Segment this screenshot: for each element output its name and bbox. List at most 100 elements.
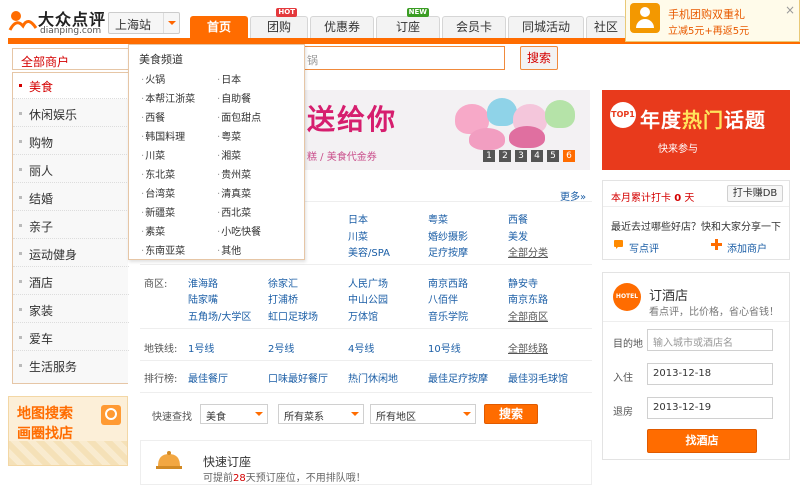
banner-page-dot[interactable]: 5 — [547, 150, 559, 162]
food-subcategory[interactable]: 素菜 — [141, 223, 165, 238]
all-categories-link[interactable]: 全部分类 — [508, 244, 548, 259]
quick-search-button[interactable]: 搜索 — [484, 404, 538, 424]
category-item-shopping[interactable]: 购物 — [13, 129, 129, 155]
category-item-kids[interactable]: 亲子 — [13, 213, 129, 239]
district-link[interactable]: 虹口足球场 — [268, 308, 318, 323]
site-logo[interactable]: 大众点评 dianping.com — [8, 4, 108, 38]
district-link[interactable]: 徐家汇 — [268, 275, 298, 290]
food-subcategory[interactable]: 小吃快餐 — [217, 223, 261, 238]
food-subcategory[interactable]: 粤菜 — [217, 128, 241, 143]
metro-link[interactable]: 2号线 — [268, 340, 294, 355]
subtype-select[interactable]: 所有菜系 — [278, 404, 364, 424]
city-selector[interactable]: 上海站 — [108, 12, 180, 34]
close-icon[interactable]: × — [785, 3, 795, 17]
district-link[interactable]: 南京东路 — [508, 291, 548, 306]
ranking-link[interactable]: 最佳足疗按摩 — [428, 370, 488, 385]
cuisine-link[interactable]: 美发 — [508, 228, 528, 243]
cuisine-select[interactable]: 美食 — [200, 404, 268, 424]
all-merchants-title[interactable]: 全部商户 — [12, 48, 128, 70]
district-link[interactable]: 南京西路 — [428, 275, 468, 290]
search-button[interactable]: 搜索 — [520, 46, 558, 70]
banner-page-dot[interactable]: 2 — [499, 150, 511, 162]
write-review-link[interactable]: 写点评 — [629, 240, 659, 255]
nav-tab-events[interactable]: 同城活动 — [508, 16, 584, 38]
cuisine-link[interactable]: 足疗按摩 — [428, 244, 468, 259]
checkin-button[interactable]: 打卡赚DB — [727, 185, 783, 202]
district-link[interactable]: 五角场/大学区 — [188, 308, 251, 323]
all-districts-link[interactable]: 全部商区 — [508, 308, 548, 323]
quick-booking-card[interactable]: 快速订座 可提前28天预订座位，不用排队哦！ — [140, 440, 592, 485]
ranking-link[interactable]: 最佳餐厅 — [188, 370, 228, 385]
hot-topics-ad[interactable]: TOP1 年度热门话题 快来参与 — [602, 90, 790, 170]
food-subcategory[interactable]: 西北菜 — [217, 204, 251, 219]
category-item-hotel[interactable]: 酒店 — [13, 269, 129, 295]
category-item-leisure[interactable]: 休闲娱乐 — [13, 101, 129, 127]
district-link[interactable]: 万体馆 — [348, 308, 378, 323]
cuisine-link[interactable]: 西餐 — [508, 211, 528, 226]
chevron-down-icon[interactable] — [163, 13, 179, 33]
food-subcategory[interactable]: 面包甜点 — [217, 109, 261, 124]
ranking-link[interactable]: 最佳羽毛球馆 — [508, 370, 568, 385]
category-item-services[interactable]: 生活服务 — [13, 353, 129, 379]
nav-tab-coupon[interactable]: 优惠券 — [310, 16, 374, 38]
food-subcategory[interactable]: 自助餐 — [217, 90, 251, 105]
banner-page-dot[interactable]: 1 — [483, 150, 495, 162]
category-item-beauty[interactable]: 丽人 — [13, 157, 129, 183]
food-subcategory[interactable]: 日本 — [217, 71, 241, 86]
metro-link[interactable]: 1号线 — [188, 340, 214, 355]
category-item-wedding[interactable]: 结婚 — [13, 185, 129, 211]
nav-tab-home[interactable]: 首页 — [190, 16, 248, 38]
checkout-date-input[interactable]: 2013-12-19 — [647, 397, 773, 419]
nav-tab-reservation[interactable]: 订座 NEW — [376, 8, 440, 38]
district-link[interactable]: 静安寺 — [508, 275, 538, 290]
cuisine-link[interactable]: 美容/SPA — [348, 244, 390, 259]
add-merchant-link[interactable]: 添加商户 — [727, 240, 767, 255]
checkin-date-input[interactable]: 2013-12-18 — [647, 363, 773, 385]
cuisine-link[interactable]: 婚纱摄影 — [428, 228, 468, 243]
category-item-car[interactable]: 爱车 — [13, 325, 129, 351]
nav-tab-community[interactable]: 社区 — [586, 16, 626, 38]
banner-page-dot[interactable]: 3 — [515, 150, 527, 162]
district-link[interactable]: 人民广场 — [348, 275, 388, 290]
destination-input[interactable]: 输入城市或酒店名 — [647, 329, 773, 351]
promo-banner[interactable]: 送给你 糕 / 美食代金券 1 2 3 4 5 6 — [305, 90, 590, 170]
food-subcategory[interactable]: 东北菜 — [141, 166, 175, 181]
food-subcategory[interactable]: 湘菜 — [217, 147, 241, 162]
metro-link[interactable]: 4号线 — [348, 340, 374, 355]
category-item-food[interactable]: 美食 — [13, 73, 129, 99]
map-search-box[interactable]: 地图搜索 画圈找店 — [8, 396, 128, 466]
food-subcategory[interactable]: 川菜 — [141, 147, 165, 162]
food-subcategory[interactable]: 本帮江浙菜 — [141, 90, 195, 105]
find-hotel-button[interactable]: 找酒店 — [647, 429, 757, 453]
district-link[interactable]: 陆家嘴 — [188, 291, 218, 306]
ranking-link[interactable]: 口味最好餐厅 — [268, 370, 328, 385]
food-subcategory[interactable]: 西餐 — [141, 109, 165, 124]
district-link[interactable]: 淮海路 — [188, 275, 218, 290]
category-item-sports[interactable]: 运动健身 — [13, 241, 129, 267]
cuisine-link[interactable]: 川菜 — [348, 228, 368, 243]
food-subcategory[interactable]: 贵州菜 — [217, 166, 251, 181]
promo-popup[interactable]: 手机团购双重礼 立减5元+再返5元 × — [625, 0, 800, 42]
area-select[interactable]: 所有地区 — [370, 404, 476, 424]
food-subcategory[interactable]: 其他 — [217, 242, 241, 257]
food-subcategory[interactable]: 新疆菜 — [141, 204, 175, 219]
banner-page-dot[interactable]: 4 — [531, 150, 543, 162]
cuisine-link[interactable]: 粤菜 — [428, 211, 448, 226]
district-link[interactable]: 八佰伴 — [428, 291, 458, 306]
banner-page-dot-active[interactable]: 6 — [563, 150, 575, 162]
cuisine-link[interactable]: 日本 — [348, 211, 368, 226]
nav-tab-membership[interactable]: 会员卡 — [442, 16, 506, 38]
category-item-home[interactable]: 家装 — [13, 297, 129, 323]
food-subcategory[interactable]: 韩国料理 — [141, 128, 185, 143]
district-link[interactable]: 中山公园 — [348, 291, 388, 306]
food-subcategory[interactable]: 东南亚菜 — [141, 242, 185, 257]
nav-tab-groupbuy[interactable]: 团购 HOT — [250, 8, 308, 38]
metro-link[interactable]: 10号线 — [428, 340, 461, 355]
food-subcategory[interactable]: 火锅 — [141, 71, 165, 86]
all-metro-link[interactable]: 全部线路 — [508, 340, 548, 355]
district-link[interactable]: 音乐学院 — [428, 308, 468, 323]
search-input[interactable]: 锅 — [305, 46, 505, 70]
food-subcategory[interactable]: 台湾菜 — [141, 185, 175, 200]
food-subcategory[interactable]: 清真菜 — [217, 185, 251, 200]
district-link[interactable]: 打浦桥 — [268, 291, 298, 306]
